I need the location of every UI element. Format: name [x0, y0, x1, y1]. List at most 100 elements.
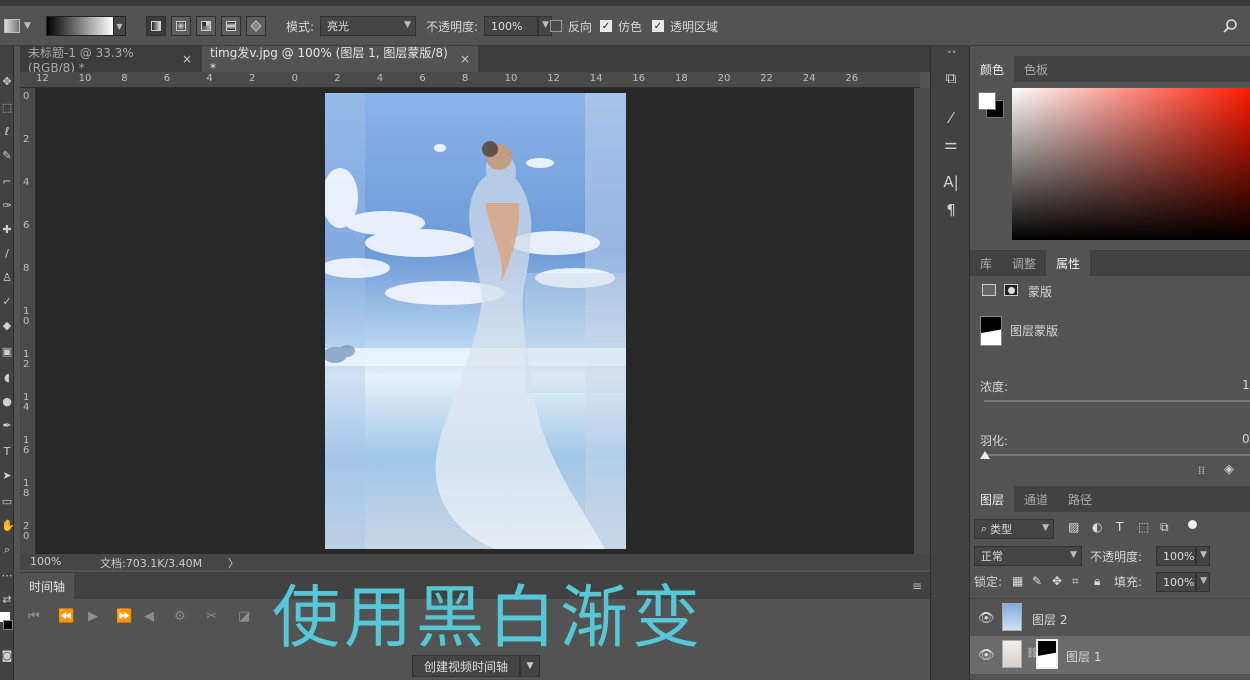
brush-tool-icon[interactable]: /: [1, 248, 13, 260]
reflected-gradient-button[interactable]: [221, 16, 241, 36]
layer-row-selected[interactable]: 👁︎ ⛓ 图层 1: [970, 636, 1250, 674]
path-selection-tool-icon[interactable]: ➤: [1, 470, 13, 482]
tab-adjustments[interactable]: 调整: [1002, 250, 1046, 276]
reverse-checkbox[interactable]: [550, 20, 562, 32]
magic-wand-tool-icon[interactable]: ✎: [1, 150, 13, 162]
foreground-color[interactable]: [978, 92, 996, 110]
dodge-tool-icon[interactable]: ●: [1, 396, 13, 408]
vector-mask-icon[interactable]: [1004, 284, 1018, 296]
mode-select[interactable]: 亮光 ▼: [320, 16, 417, 36]
layer-opacity-input[interactable]: 100%: [1156, 546, 1196, 566]
layer-name[interactable]: 图层 2: [1032, 611, 1067, 628]
tab-paths[interactable]: 路径: [1058, 486, 1102, 512]
character-icon[interactable]: A|: [941, 172, 961, 192]
scissors-icon[interactable]: ✂: [206, 609, 217, 624]
feather-value[interactable]: 0: [1242, 432, 1250, 446]
gradient-preview[interactable]: [46, 16, 114, 36]
zoom-level[interactable]: 100%: [30, 555, 61, 568]
chevron-down-icon[interactable]: ▼: [114, 16, 126, 36]
brush-settings-icon[interactable]: ⁄: [941, 108, 961, 128]
tab-swatches[interactable]: 色板: [1014, 56, 1058, 82]
move-tool-icon[interactable]: ✥: [1, 76, 13, 88]
lock-image-icon[interactable]: ✎: [1032, 574, 1042, 588]
swap-colors-icon[interactable]: ⇄: [1, 594, 13, 606]
filter-shape-icon[interactable]: ⬚: [1138, 520, 1149, 534]
linear-gradient-button[interactable]: [146, 16, 166, 36]
collapse-icon[interactable]: ••: [947, 48, 956, 57]
tab-channels[interactable]: 通道: [1014, 486, 1058, 512]
filter-toggle-icon[interactable]: [1188, 520, 1197, 529]
fill-dropdown[interactable]: ▼: [1196, 572, 1210, 592]
diamond-gradient-button[interactable]: [246, 16, 266, 36]
lock-position-icon[interactable]: ✥: [1052, 574, 1062, 588]
radial-gradient-button[interactable]: [171, 16, 191, 36]
history-brush-tool-icon[interactable]: ✓: [1, 296, 13, 308]
first-frame-icon[interactable]: ⏮: [28, 609, 40, 624]
panel-menu-icon[interactable]: ≡: [912, 579, 922, 593]
tab-libraries[interactable]: 库: [970, 250, 1002, 276]
tab-properties[interactable]: 属性: [1046, 250, 1091, 276]
layer-opacity-dropdown[interactable]: ▼: [1196, 546, 1210, 566]
select-mask-icon[interactable]: ⁞⁞: [1198, 464, 1205, 477]
zoom-tool-icon[interactable]: ⌕: [1, 544, 13, 556]
filter-adjustment-icon[interactable]: ◐: [1092, 520, 1102, 534]
lasso-tool-icon[interactable]: ℓ: [1, 126, 13, 138]
feather-slider-handle[interactable]: [980, 451, 990, 459]
stamp-tool-icon[interactable]: ♙: [1, 272, 13, 284]
background-color-swatch[interactable]: [3, 620, 13, 630]
color-picker-field[interactable]: [1012, 88, 1250, 240]
marquee-tool-icon[interactable]: ⬚: [1, 102, 13, 114]
layer-mask-thumbnail[interactable]: [1036, 639, 1058, 669]
layer-row[interactable]: 👁︎ 图层 2: [970, 598, 1250, 636]
play-icon[interactable]: ▶: [88, 609, 98, 624]
filter-smart-object-icon[interactable]: ⧉: [1160, 520, 1169, 535]
tab-layers[interactable]: 图层: [970, 486, 1015, 512]
doc-tab-untitled[interactable]: 未标题-1 @ 33.3%(RGB/8) * ×: [20, 46, 200, 75]
paragraph-icon[interactable]: ¶: [941, 200, 961, 220]
transparency-checkbox[interactable]: ✓: [652, 20, 664, 32]
canvas-area[interactable]: [36, 88, 914, 554]
invert-mask-icon[interactable]: ◈: [1224, 462, 1234, 477]
previous-frame-icon[interactable]: ⏪: [58, 609, 74, 624]
shape-tool-icon[interactable]: ▭: [1, 496, 13, 508]
blur-tool-icon[interactable]: ◖: [1, 372, 13, 384]
eyedropper-tool-icon[interactable]: ✑: [1, 200, 13, 212]
crop-tool-icon[interactable]: ⌐: [1, 176, 13, 188]
close-icon[interactable]: ×: [182, 52, 192, 66]
quick-mask-icon[interactable]: ◙: [1, 650, 13, 662]
fill-input[interactable]: 100%: [1156, 572, 1196, 592]
opacity-input[interactable]: 100%: [484, 16, 539, 36]
lock-transparent-icon[interactable]: ▦: [1012, 574, 1023, 588]
gradient-tool-icon[interactable]: ▣: [1, 346, 13, 358]
type-tool-icon[interactable]: T: [1, 446, 13, 458]
settings-icon[interactable]: ⚙: [174, 609, 186, 624]
density-value[interactable]: 1(: [1242, 378, 1250, 392]
density-slider[interactable]: [984, 400, 1250, 402]
layer-filter-select[interactable]: ⌕ 类型 ▼: [974, 519, 1054, 539]
history-icon[interactable]: ⧉: [941, 68, 961, 88]
dither-checkbox[interactable]: ✓: [600, 20, 612, 32]
adjustments-icon[interactable]: ⚌: [941, 134, 961, 154]
feather-slider[interactable]: [984, 454, 1250, 456]
transition-icon[interactable]: ◪: [238, 609, 250, 624]
angle-gradient-button[interactable]: [196, 16, 216, 36]
gradient-picker[interactable]: ▼: [46, 6, 126, 46]
next-frame-icon[interactable]: ⏩: [116, 609, 132, 624]
pixel-mask-icon[interactable]: [982, 284, 996, 296]
transparency-option[interactable]: ✓ 透明区域: [652, 6, 718, 46]
tool-preset-picker[interactable]: ▼: [4, 6, 31, 46]
tab-color[interactable]: 颜色: [970, 56, 1015, 82]
more-tools-icon[interactable]: ⋯: [1, 570, 13, 582]
audio-icon[interactable]: ◀: [144, 609, 154, 624]
close-icon[interactable]: ×: [460, 52, 470, 66]
eraser-tool-icon[interactable]: ◆: [1, 320, 13, 332]
reverse-option[interactable]: 反向: [550, 6, 592, 46]
filter-type-icon[interactable]: T: [1116, 520, 1123, 534]
search-button[interactable]: [1222, 6, 1238, 46]
status-menu-arrow[interactable]: 〉: [228, 555, 239, 571]
lock-artboard-icon[interactable]: ⌗: [1072, 574, 1079, 589]
hand-tool-icon[interactable]: ✋: [1, 520, 15, 532]
lock-all-icon[interactable]: 🔒︎: [1094, 574, 1100, 589]
layer-name[interactable]: 图层 1: [1066, 648, 1101, 665]
vertical-scrollbar[interactable]: [914, 88, 930, 554]
